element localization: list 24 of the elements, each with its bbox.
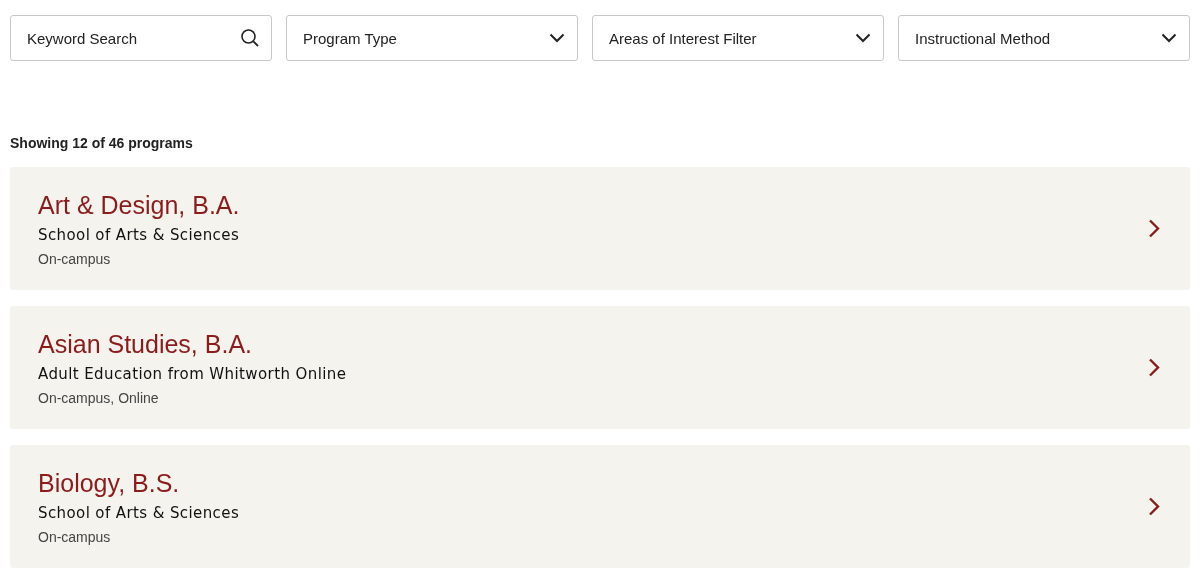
program-method: On-campus, Online xyxy=(38,390,160,406)
chevron-right-icon xyxy=(1148,219,1160,238)
program-title: Biology, B.S. xyxy=(38,468,181,498)
program-card[interactable]: Asian Studies, B.A. Adult Education from Whitworth Online On-campus, Online xyxy=(10,306,1190,429)
program-method: On-campus xyxy=(38,251,112,267)
search-icon xyxy=(240,28,260,48)
chevron-down-icon xyxy=(855,33,871,43)
program-school: School of Arts & Sciences xyxy=(38,504,240,522)
program-title: Asian Studies, B.A. xyxy=(38,329,253,359)
chevron-right-icon xyxy=(1148,358,1160,377)
filter-dropdown[interactable]: Program Type xyxy=(286,15,578,61)
chevron-down-icon xyxy=(1161,33,1177,43)
program-card[interactable]: Art & Design, B.A. School of Arts & Sciences On-campus xyxy=(10,167,1190,290)
program-card[interactable]: Biology, B.S. School of Arts & Sciences On-campus xyxy=(10,445,1190,568)
program-school: Adult Education from Whitworth Online xyxy=(38,365,347,383)
chevron-right-icon xyxy=(1148,497,1160,516)
program-title: Art & Design, B.A. xyxy=(38,190,240,220)
program-method: On-campus xyxy=(38,529,112,545)
search-field[interactable]: Keyword Search xyxy=(10,15,272,61)
results-count: Showing 12 of 46 programs xyxy=(10,134,194,152)
chevron-down-icon xyxy=(549,33,565,43)
program-school: School of Arts & Sciences xyxy=(38,226,240,244)
filter-dropdown[interactable]: Instructional Method xyxy=(898,15,1190,61)
filter-dropdown[interactable]: Areas of Interest Filter xyxy=(592,15,884,61)
